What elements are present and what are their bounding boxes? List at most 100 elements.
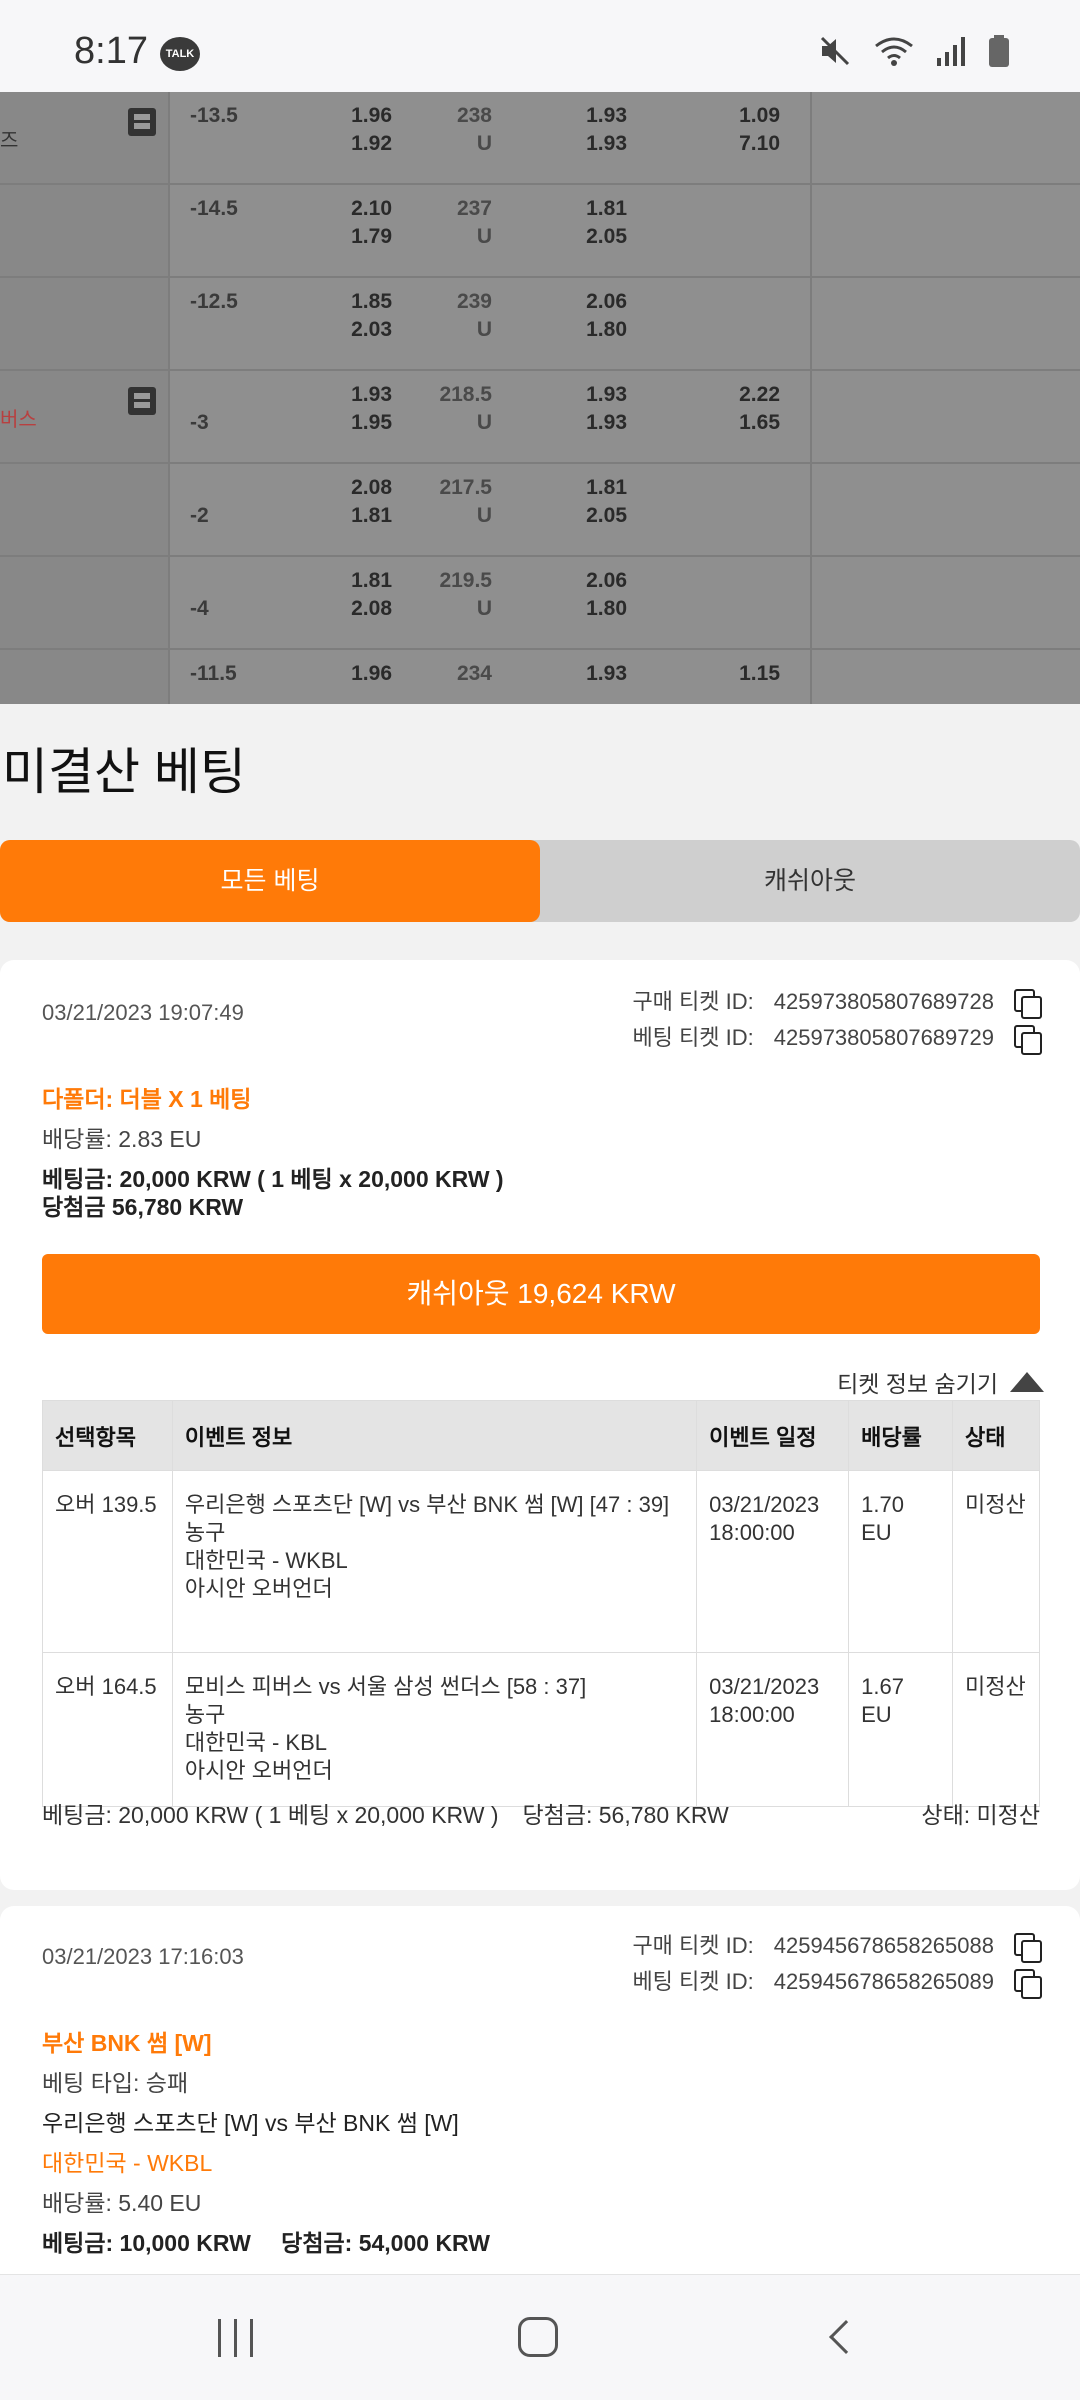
copy-icon[interactable] (1014, 1969, 1042, 1999)
event-sport: 농구 (184, 1520, 226, 1545)
copy-icon[interactable] (1014, 1933, 1042, 1963)
odds-team-cell (0, 650, 170, 704)
odds-value: 1.80 (586, 318, 627, 341)
odds-value: 1.85 (351, 290, 392, 313)
odds-value: 7.10 (739, 132, 780, 155)
stats-icon[interactable] (128, 387, 156, 415)
copy-icon[interactable] (1014, 989, 1042, 1019)
odds-row[interactable]: -12.5 1.85 2.03 239 U 2.06 1.80 (0, 278, 1080, 371)
team-name-fragment: 즈 (0, 130, 19, 152)
footer-stake: 베팅금: 20,000 KRW ( 1 베팅 x 20,000 KRW ) (42, 1802, 499, 1828)
odds-value: -11.5 (190, 662, 237, 685)
odds-value: 1.81 (586, 476, 627, 499)
bet-card: 03/21/2023 17:16:03 구매 티켓 ID: 4259456786… (0, 1906, 1080, 2274)
column-divider (810, 464, 812, 555)
odds-team-cell (0, 92, 170, 183)
hide-ticket-info-toggle[interactable]: 티켓 정보 숨기기 (837, 1365, 1044, 1399)
odds-value: 1.81 (586, 197, 627, 220)
odds-value: 2.08 (351, 597, 392, 620)
odds-value: 234 (456, 662, 492, 685)
odds-value: 1.96 (351, 662, 392, 685)
kakaotalk-icon: TALK (160, 37, 200, 71)
bet-type: 베팅 타입: 승패 (42, 2070, 189, 2096)
odds-row[interactable]: -4 1.81 2.08 219.5 U 2.06 1.80 (0, 557, 1080, 650)
odds-value: 1.81 (351, 504, 392, 527)
odds-value: 2.05 (586, 504, 627, 527)
odds-value: -13.5 (190, 104, 238, 127)
odds-value: 1.93 (586, 383, 627, 406)
event-name: 우리은행 스포츠단 [W] vs 부산 BNK 썸 [W] [47 : 39] (184, 1492, 670, 1517)
column-divider (810, 92, 812, 183)
league-name: 대한민국 - WKBL (42, 2150, 213, 2176)
event-market: 아시안 오버언더 (184, 1758, 333, 1783)
column-divider (810, 185, 812, 276)
selection-cell: 오버 164.5 (42, 1652, 173, 1807)
odds-value: 2.03 (351, 318, 392, 341)
status-cell: 미정산 (952, 1652, 1040, 1807)
table-header-row: 선택항목 이벤트 정보 이벤트 일정 배당률 상태 (42, 1400, 1040, 1471)
col-event-info: 이벤트 정보 (171, 1400, 698, 1471)
odds-value: U (476, 504, 492, 527)
recent-apps-icon[interactable] (218, 2319, 253, 2357)
event-info-cell: 모비스 피버스 vs 서울 삼성 썬더스 [58 : 37] 농구 대한민국 -… (171, 1652, 698, 1807)
purchase-ticket-label: 구매 티켓 ID: (632, 1933, 754, 1958)
odds-text: 배당률: 2.83 EU (42, 1126, 202, 1152)
event-market: 아시안 오버언더 (184, 1576, 333, 1601)
odds-value: 1.93 (586, 104, 627, 127)
status-bar: 8:17 TALK (0, 0, 1080, 92)
stats-icon[interactable] (128, 108, 156, 136)
odds-value: 2.06 (586, 569, 627, 592)
odds-row[interactable]: 즈 -13.5 1.96 1.92 238 U 1.93 1.93 1.09 7.10 (0, 92, 1080, 185)
footer-payout: 당첨금: 56,780 KRW (522, 1802, 729, 1828)
odds-row[interactable]: -14.5 2.10 1.79 237 U 1.81 2.05 (0, 185, 1080, 278)
back-icon[interactable] (829, 2320, 863, 2354)
table-row: 오버 164.5 모비스 피버스 vs 서울 삼성 썬더스 [58 : 37] … (42, 1652, 1040, 1807)
odds-row[interactable]: -11.5 1.96 234 1.93 1.15 (0, 650, 1080, 704)
tab-cashout[interactable]: 캐쉬아웃 (540, 840, 1080, 922)
odds-value: 1.92 (351, 132, 392, 155)
ticket-ids: 구매 티켓 ID: 425973805807689728 베팅 티켓 ID: 4… (624, 984, 1042, 1056)
footer-status: 상태: 미정산 (921, 1802, 1040, 1828)
odds-team-cell (0, 464, 170, 555)
tab-all-bets[interactable]: 모든 베팅 (0, 840, 540, 922)
odds-value: U (476, 597, 492, 620)
bet-selection: 부산 BNK 썸 [W] (42, 2030, 212, 2056)
odds-value: 219.5 (439, 569, 492, 592)
match-name: 우리은행 스포츠단 [W] vs 부산 BNK 썸 [W] (42, 2110, 459, 2136)
battery-icon (989, 35, 1009, 67)
odds-value: 1.80 (586, 597, 627, 620)
ticket-ids: 구매 티켓 ID: 425945678658265088 베팅 티켓 ID: 4… (624, 1928, 1042, 2000)
payout-text: 당첨금: 54,000 KRW (281, 2230, 490, 2256)
col-status: 상태 (952, 1400, 1040, 1471)
odds-row[interactable]: 버스 -3 1.93 1.95 218.5 U 1.93 1.93 2.22 1.65 (0, 371, 1080, 464)
cashout-button[interactable]: 캐쉬아웃 19,624 KRW (42, 1254, 1040, 1334)
odds-value: 2.10 (351, 197, 392, 220)
bet-ticket-id: 425973805807689729 (773, 1025, 994, 1050)
odds-value: 1.81 (351, 569, 392, 592)
home-icon[interactable] (518, 2317, 558, 2357)
odds-value: 1.93 (351, 383, 392, 406)
odds-value: 1.93 (586, 132, 627, 155)
team-name-fragment: 버스 (0, 409, 37, 431)
bet-summary-footer: 베팅금: 20,000 KRW ( 1 베팅 x 20,000 KRW ) 당첨… (42, 1796, 1040, 1830)
odds-value: 2.06 (586, 290, 627, 313)
selection-cell: 오버 139.5 (42, 1470, 173, 1653)
wifi-icon (875, 37, 913, 66)
bet-ticket-label: 베팅 티켓 ID: (632, 1025, 754, 1050)
odds-value: U (476, 225, 492, 248)
odds-value: 2.08 (351, 476, 392, 499)
unsettled-bets-sheet: 미결산 베팅 모든 베팅 캐쉬아웃 03/21/2023 19:07:49 구매… (0, 704, 1080, 2274)
copy-icon[interactable] (1014, 1025, 1042, 1055)
signal-icon (937, 37, 965, 66)
odds-row[interactable]: -2 2.08 1.81 217.5 U 1.81 2.05 (0, 464, 1080, 557)
payout-text: 당첨금 56,780 KRW (42, 1194, 244, 1220)
odds-value: 1.79 (351, 225, 392, 248)
navigation-bar (0, 2274, 1080, 2400)
column-divider (810, 278, 812, 369)
status-time: 8:17 (74, 30, 148, 72)
mute-icon (820, 36, 850, 66)
event-league: 대한민국 - WKBL (184, 1548, 348, 1573)
col-odds: 배당률 (848, 1400, 954, 1471)
bet-date: 03/21/2023 19:07:49 (42, 1000, 244, 1025)
odds-value: 1.15 (739, 662, 780, 685)
